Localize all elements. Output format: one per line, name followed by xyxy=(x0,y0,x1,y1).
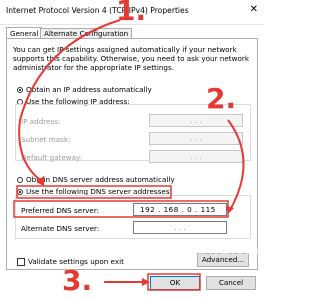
radio-dns-auto[interactable]: Obtain DNS server address automatically xyxy=(17,175,175,184)
preferred-dns-value: 192 . 168 . 0 . 115 xyxy=(140,205,216,214)
radio-selected-icon xyxy=(17,86,23,93)
step-2-badge: 2. xyxy=(206,82,237,115)
watermark: PiMyLifeUp xyxy=(190,244,260,257)
intro-text: You can get IP settings assigned automat… xyxy=(13,45,250,72)
preferred-dns-field[interactable]: 192 . 168 . 0 . 115 xyxy=(133,203,227,216)
ip-address-label: IP address: xyxy=(21,117,61,126)
alternate-dns-field[interactable]: . . . xyxy=(133,221,227,234)
default-gateway-label: Default gateway: xyxy=(21,153,83,162)
subnet-mask-field[interactable]: . . . xyxy=(149,132,243,145)
ip-address-field[interactable]: . . . xyxy=(149,114,243,127)
cancel-button[interactable]: Cancel xyxy=(206,276,256,290)
radio-ip-auto-label: Obtain an IP address automatically xyxy=(26,85,152,94)
subnet-mask-label: Subnet mask: xyxy=(21,135,71,144)
checkbox-icon xyxy=(17,257,25,266)
default-gateway-field[interactable]: . . . xyxy=(149,150,243,163)
window-title: Internet Protocol Version 4 (TCP/IPv4) P… xyxy=(6,6,189,15)
ok-button[interactable]: OK xyxy=(150,276,200,290)
close-icon[interactable]: ✕ xyxy=(250,4,258,15)
preferred-dns-label: Preferred DNS server: xyxy=(21,206,100,215)
alternate-dns-label: Alternate DNS server: xyxy=(21,224,100,233)
general-panel: You can get IP settings assigned automat… xyxy=(6,38,258,270)
annotation-arrowhead-3 xyxy=(142,278,150,286)
radio-selected-icon xyxy=(17,188,23,195)
radio-ip-auto[interactable]: Obtain an IP address automatically xyxy=(17,85,152,94)
radio-dns-auto-label: Obtain DNS server address automatically xyxy=(26,175,175,184)
step-1-badge: 1. xyxy=(116,0,147,27)
radio-unselected-icon xyxy=(17,176,23,183)
step-3-badge: 3. xyxy=(62,264,93,297)
